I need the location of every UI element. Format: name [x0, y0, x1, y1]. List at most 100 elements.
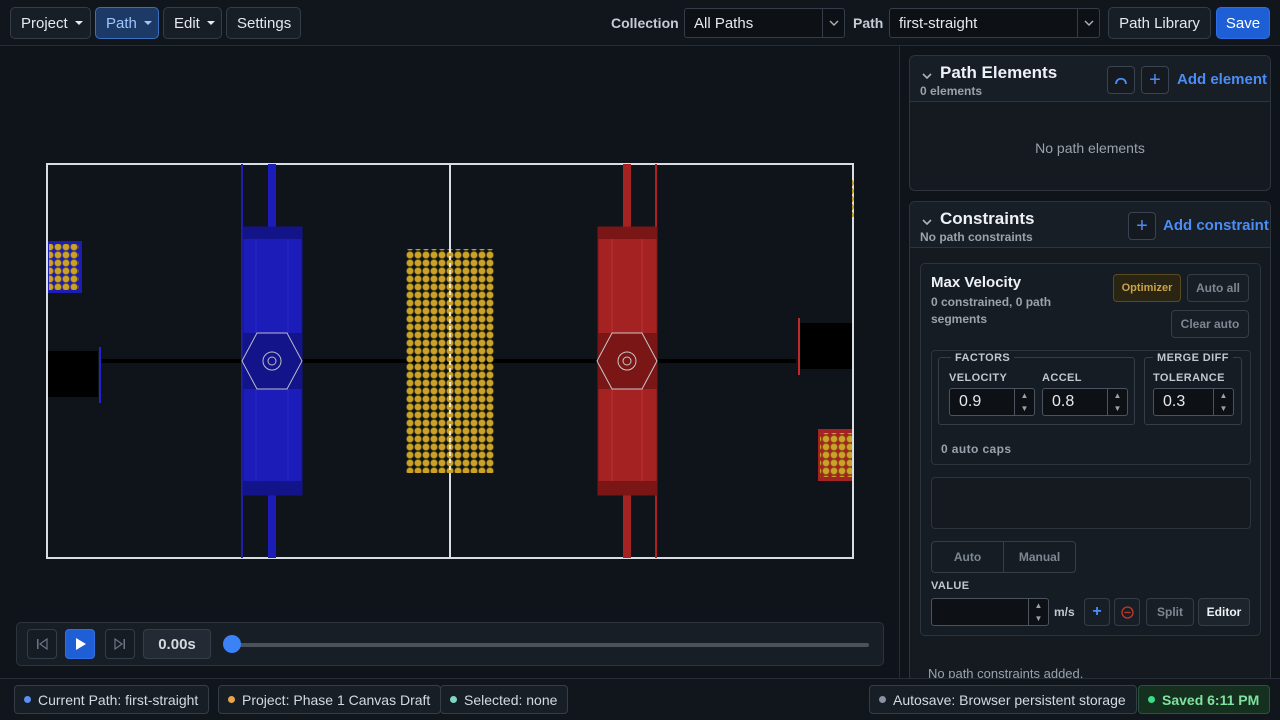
field-canvas[interactable]: 0.00s [0, 46, 900, 678]
skip-back-icon [37, 638, 48, 650]
mode-manual-button[interactable]: Manual [1004, 542, 1075, 572]
constraints-card: Constraints No path constraints + Add co… [909, 201, 1271, 678]
mode-toggle: Auto Manual [931, 541, 1076, 573]
autosave-chip: Autosave: Browser persistent storage [869, 685, 1137, 714]
remove-value-button[interactable] [1114, 598, 1140, 626]
status-dot-icon [879, 696, 886, 703]
current-path-text: Current Path: first-straight [38, 691, 199, 708]
value-stepper[interactable]: ▲ ▼ [1028, 599, 1048, 625]
project-menu-label: Project [21, 14, 68, 32]
add-value-button[interactable]: + [1084, 598, 1110, 626]
project-menu-button[interactable]: Project [10, 7, 91, 39]
path-elements-empty: No path elements [1035, 140, 1145, 156]
velocity-label: VELOCITY [949, 372, 1008, 384]
add-constraint-icon-button[interactable]: + [1128, 212, 1156, 240]
plus-icon: + [1149, 68, 1161, 91]
current-path-chip: Current Path: first-straight [14, 685, 210, 714]
blue-hub-core [243, 333, 302, 389]
tolerance-label: TOLERANCE [1153, 372, 1225, 384]
edit-menu-label: Edit [174, 14, 200, 32]
timeline-track[interactable] [231, 643, 869, 647]
collection-select[interactable]: All Paths [684, 8, 845, 38]
chevron-down-icon [206, 21, 215, 25]
chevron-down-icon[interactable] [922, 68, 932, 82]
constraints-header[interactable]: Constraints No path constraints + Add co… [910, 202, 1270, 248]
velocity-segments-list [931, 477, 1251, 529]
chevron-down-icon [1077, 9, 1099, 37]
time-readout: 0.00s [143, 629, 211, 659]
project-text: Project: Phase 1 Canvas Draft [242, 691, 431, 708]
auto-caps-count: 0 auto caps [941, 442, 1012, 456]
path-library-button[interactable]: Path Library [1108, 7, 1211, 39]
auto-all-button[interactable]: Auto all [1187, 274, 1249, 302]
accel-stepper[interactable]: ▲ ▼ [1107, 389, 1127, 415]
mode-auto-button[interactable]: Auto [932, 542, 1004, 572]
curve-tool-button[interactable] [1107, 66, 1135, 94]
settings-button[interactable]: Settings [226, 7, 301, 39]
play-icon [76, 638, 86, 650]
chevron-down-icon [143, 21, 152, 25]
add-constraint-link[interactable]: Add constraint [1163, 217, 1269, 234]
status-dot-icon [1148, 696, 1155, 703]
velocity-input[interactable]: 0.9 ▲ ▼ [949, 388, 1035, 416]
path-label: Path [853, 15, 884, 31]
settings-label: Settings [237, 14, 292, 32]
playback-bar: 0.00s [16, 622, 884, 666]
chevron-up-icon: ▲ [1219, 391, 1228, 400]
editor-button[interactable]: Editor [1198, 598, 1250, 626]
optimizer-button[interactable]: Optimizer [1113, 274, 1181, 302]
accel-value: 0.8 [1052, 393, 1075, 410]
value-label: VALUE [931, 580, 970, 592]
accel-input[interactable]: 0.8 ▲ ▼ [1042, 388, 1128, 416]
status-dot-icon [450, 696, 457, 703]
field-map[interactable] [46, 163, 854, 559]
blue-hub-cap-top [243, 227, 302, 239]
tolerance-value: 0.3 [1163, 393, 1186, 410]
value-unit: m/s [1054, 605, 1075, 619]
skip-back-button[interactable] [27, 629, 57, 659]
velocity-value: 0.9 [959, 393, 982, 410]
tolerance-input[interactable]: 0.3 ▲ ▼ [1153, 388, 1234, 416]
constraints-title: Constraints [940, 209, 1035, 228]
selected-chip: Selected: none [440, 685, 569, 714]
factors-group: FACTORS VELOCITY ACCEL 0.9 ▲ ▼ 0.8 ▲ ▼ MER… [931, 350, 1251, 465]
path-menu-button[interactable]: Path [95, 7, 159, 39]
path-elements-header[interactable]: Path Elements 0 elements + Add element [910, 56, 1270, 102]
path-value: first-straight [899, 14, 978, 32]
add-element-link[interactable]: Add element [1177, 71, 1267, 88]
plus-icon: + [1136, 214, 1148, 237]
path-select[interactable]: first-straight [889, 8, 1100, 38]
accel-label: ACCEL [1042, 372, 1082, 384]
play-button[interactable] [65, 629, 95, 659]
collection-label: Collection [611, 15, 679, 31]
project-chip: Project: Phase 1 Canvas Draft [218, 685, 442, 714]
chevron-down-icon: ▼ [1219, 404, 1228, 413]
add-element-icon-button[interactable]: + [1141, 66, 1169, 94]
constraints-empty: No path constraints added. [928, 666, 1084, 678]
merge-diff-label: MERGE DIFF [1153, 352, 1233, 364]
chevron-down-icon: ▼ [1020, 404, 1029, 413]
chevron-down-icon[interactable] [922, 214, 932, 228]
save-button[interactable]: Save [1216, 7, 1270, 39]
chevron-up-icon: ▲ [1034, 601, 1043, 610]
max-velocity-subtitle: 0 constrained, 0 path segments [931, 295, 1052, 326]
timeline-thumb[interactable] [223, 635, 241, 653]
status-bar: Current Path: first-straight Project: Ph… [0, 678, 1280, 720]
edit-menu-button[interactable]: Edit [163, 7, 222, 39]
saved-chip: Saved 6:11 PM [1138, 685, 1271, 714]
chevron-down-icon [74, 21, 83, 25]
curve-icon [1115, 77, 1127, 85]
red-outpost-fuel [852, 179, 854, 217]
velocity-stepper[interactable]: ▲ ▼ [1014, 389, 1034, 415]
path-elements-count: 0 elements [920, 84, 983, 98]
skip-forward-button[interactable] [105, 629, 135, 659]
tolerance-stepper[interactable]: ▲ ▼ [1213, 389, 1233, 415]
split-button[interactable]: Split [1146, 598, 1194, 626]
saved-text: Saved 6:11 PM [1162, 691, 1260, 708]
value-input[interactable]: ▲ ▼ [931, 598, 1049, 626]
clear-auto-button[interactable]: Clear auto [1171, 310, 1249, 338]
chevron-down-icon: ▼ [1034, 614, 1043, 623]
path-menu-label: Path [106, 14, 137, 32]
max-velocity-panel: Max Velocity 0 constrained, 0 path segme… [920, 263, 1261, 636]
blue-hub-cap-bottom [243, 481, 302, 495]
